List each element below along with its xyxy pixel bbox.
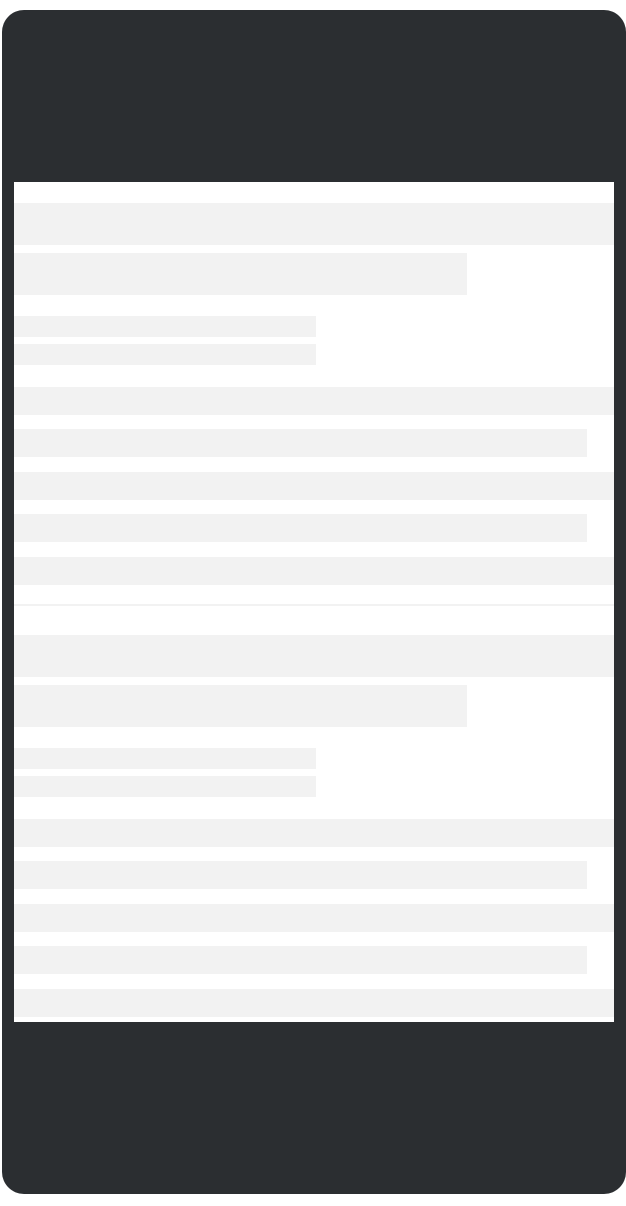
skeleton-subtitle <box>14 253 467 295</box>
card-divider <box>14 604 614 606</box>
skeleton-meta-line <box>14 344 316 365</box>
skeleton-meta-line <box>14 748 316 769</box>
skeleton-meta-line <box>14 316 316 337</box>
skeleton-body-line <box>14 904 614 932</box>
skeleton-body-line <box>14 557 614 585</box>
skeleton-title <box>14 635 614 677</box>
skeleton-body-line <box>14 861 587 889</box>
skeleton-body-line <box>14 429 587 457</box>
skeleton-subtitle <box>14 685 467 727</box>
skeleton-body-line <box>14 819 614 847</box>
skeleton-title <box>14 203 614 245</box>
device-frame <box>2 10 626 1194</box>
skeleton-body-line <box>14 989 614 1017</box>
skeleton-meta-line <box>14 776 316 797</box>
skeleton-body-line <box>14 472 614 500</box>
skeleton-body-line <box>14 946 587 974</box>
loading-screen <box>14 182 614 1022</box>
skeleton-body-line <box>14 514 587 542</box>
skeleton-body-line <box>14 387 614 415</box>
